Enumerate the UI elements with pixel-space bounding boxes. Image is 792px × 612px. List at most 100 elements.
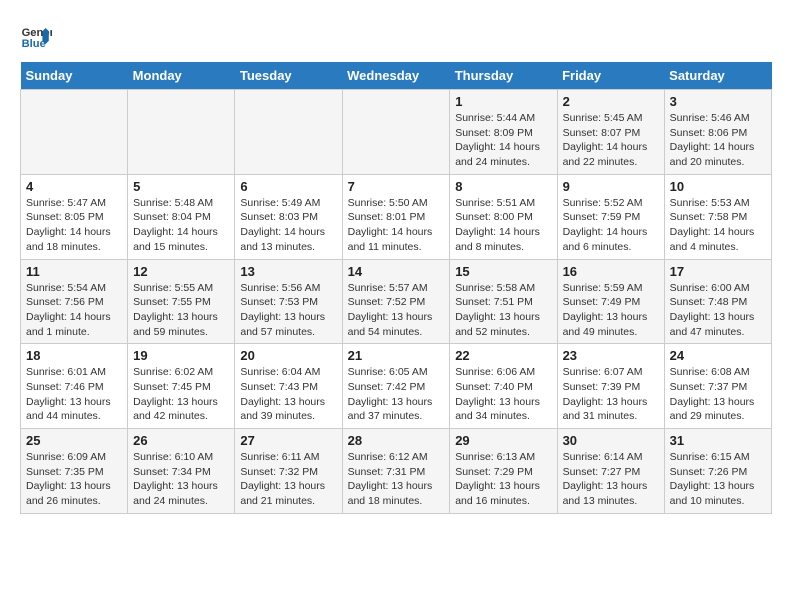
day-number: 20	[240, 348, 336, 363]
day-number: 31	[670, 433, 766, 448]
page-header: General Blue	[20, 20, 772, 52]
day-info: Sunrise: 6:02 AM Sunset: 7:45 PM Dayligh…	[133, 365, 229, 424]
day-number: 3	[670, 94, 766, 109]
day-number: 13	[240, 264, 336, 279]
day-header-wednesday: Wednesday	[342, 62, 450, 90]
day-number: 29	[455, 433, 551, 448]
day-info: Sunrise: 5:53 AM Sunset: 7:58 PM Dayligh…	[670, 196, 766, 255]
day-header-sunday: Sunday	[21, 62, 128, 90]
day-info: Sunrise: 6:12 AM Sunset: 7:31 PM Dayligh…	[348, 450, 445, 509]
day-info: Sunrise: 5:52 AM Sunset: 7:59 PM Dayligh…	[563, 196, 659, 255]
calendar-cell: 10 Sunrise: 5:53 AM Sunset: 7:58 PM Dayli…	[664, 174, 771, 259]
day-info: Sunrise: 6:15 AM Sunset: 7:26 PM Dayligh…	[670, 450, 766, 509]
calendar-cell: 30 Sunrise: 6:14 AM Sunset: 7:27 PM Dayli…	[557, 429, 664, 514]
calendar-cell	[21, 90, 128, 175]
calendar-cell: 3 Sunrise: 5:46 AM Sunset: 8:06 PM Daylig…	[664, 90, 771, 175]
day-info: Sunrise: 5:51 AM Sunset: 8:00 PM Dayligh…	[455, 196, 551, 255]
day-number: 25	[26, 433, 122, 448]
calendar-cell: 28 Sunrise: 6:12 AM Sunset: 7:31 PM Dayli…	[342, 429, 450, 514]
day-number: 4	[26, 179, 122, 194]
day-number: 8	[455, 179, 551, 194]
day-number: 1	[455, 94, 551, 109]
day-number: 10	[670, 179, 766, 194]
header-row: SundayMondayTuesdayWednesdayThursdayFrid…	[21, 62, 772, 90]
calendar-cell	[235, 90, 342, 175]
week-row-4: 18Sunrise: 6:01 AM Sunset: 7:46 PM Dayli…	[21, 344, 772, 429]
calendar-cell: 16 Sunrise: 5:59 AM Sunset: 7:49 PM Dayli…	[557, 259, 664, 344]
day-info: Sunrise: 5:57 AM Sunset: 7:52 PM Dayligh…	[348, 281, 445, 340]
calendar-cell: 7 Sunrise: 5:50 AM Sunset: 8:01 PM Daylig…	[342, 174, 450, 259]
day-info: Sunrise: 6:10 AM Sunset: 7:34 PM Dayligh…	[133, 450, 229, 509]
calendar-cell: 6 Sunrise: 5:49 AM Sunset: 8:03 PM Daylig…	[235, 174, 342, 259]
calendar-cell: 12 Sunrise: 5:55 AM Sunset: 7:55 PM Dayli…	[128, 259, 235, 344]
calendar-cell: 9 Sunrise: 5:52 AM Sunset: 7:59 PM Daylig…	[557, 174, 664, 259]
calendar-cell: 5Sunrise: 5:48 AM Sunset: 8:04 PM Daylig…	[128, 174, 235, 259]
calendar-cell: 14 Sunrise: 5:57 AM Sunset: 7:52 PM Dayli…	[342, 259, 450, 344]
day-number: 27	[240, 433, 336, 448]
day-info: Sunrise: 6:01 AM Sunset: 7:46 PM Dayligh…	[26, 365, 122, 424]
day-info: Sunrise: 5:59 AM Sunset: 7:49 PM Dayligh…	[563, 281, 659, 340]
day-number: 12	[133, 264, 229, 279]
day-info: Sunrise: 5:45 AM Sunset: 8:07 PM Dayligh…	[563, 111, 659, 170]
calendar-cell: 25 Sunrise: 6:09 AM Sunset: 7:35 PM Dayli…	[21, 429, 128, 514]
calendar-cell: 20 Sunrise: 6:04 AM Sunset: 7:43 PM Dayli…	[235, 344, 342, 429]
svg-text:Blue: Blue	[22, 38, 46, 50]
logo-icon: General Blue	[20, 20, 52, 52]
week-row-2: 4Sunrise: 5:47 AM Sunset: 8:05 PM Daylig…	[21, 174, 772, 259]
calendar-cell: 26 Sunrise: 6:10 AM Sunset: 7:34 PM Dayli…	[128, 429, 235, 514]
calendar-cell	[128, 90, 235, 175]
day-number: 28	[348, 433, 445, 448]
day-info: Sunrise: 6:05 AM Sunset: 7:42 PM Dayligh…	[348, 365, 445, 424]
day-info: Sunrise: 6:14 AM Sunset: 7:27 PM Dayligh…	[563, 450, 659, 509]
day-number: 23	[563, 348, 659, 363]
day-header-friday: Friday	[557, 62, 664, 90]
day-number: 6	[240, 179, 336, 194]
day-header-monday: Monday	[128, 62, 235, 90]
day-info: Sunrise: 6:04 AM Sunset: 7:43 PM Dayligh…	[240, 365, 336, 424]
day-info: Sunrise: 5:54 AM Sunset: 7:56 PM Dayligh…	[26, 281, 122, 340]
day-info: Sunrise: 5:46 AM Sunset: 8:06 PM Dayligh…	[670, 111, 766, 170]
calendar-cell: 2 Sunrise: 5:45 AM Sunset: 8:07 PM Daylig…	[557, 90, 664, 175]
calendar-cell: 4Sunrise: 5:47 AM Sunset: 8:05 PM Daylig…	[21, 174, 128, 259]
day-number: 26	[133, 433, 229, 448]
day-info: Sunrise: 6:08 AM Sunset: 7:37 PM Dayligh…	[670, 365, 766, 424]
day-info: Sunrise: 5:55 AM Sunset: 7:55 PM Dayligh…	[133, 281, 229, 340]
day-info: Sunrise: 5:44 AM Sunset: 8:09 PM Dayligh…	[455, 111, 551, 170]
calendar-cell: 15 Sunrise: 5:58 AM Sunset: 7:51 PM Dayli…	[450, 259, 557, 344]
calendar-cell: 1 Sunrise: 5:44 AM Sunset: 8:09 PM Daylig…	[450, 90, 557, 175]
day-header-tuesday: Tuesday	[235, 62, 342, 90]
day-info: Sunrise: 5:56 AM Sunset: 7:53 PM Dayligh…	[240, 281, 336, 340]
logo: General Blue	[20, 20, 56, 52]
calendar-cell: 23 Sunrise: 6:07 AM Sunset: 7:39 PM Dayli…	[557, 344, 664, 429]
calendar-cell: 13 Sunrise: 5:56 AM Sunset: 7:53 PM Dayli…	[235, 259, 342, 344]
day-info: Sunrise: 5:49 AM Sunset: 8:03 PM Dayligh…	[240, 196, 336, 255]
day-number: 22	[455, 348, 551, 363]
calendar-table: SundayMondayTuesdayWednesdayThursdayFrid…	[20, 62, 772, 514]
day-header-thursday: Thursday	[450, 62, 557, 90]
day-info: Sunrise: 5:58 AM Sunset: 7:51 PM Dayligh…	[455, 281, 551, 340]
day-number: 30	[563, 433, 659, 448]
day-number: 16	[563, 264, 659, 279]
day-info: Sunrise: 6:07 AM Sunset: 7:39 PM Dayligh…	[563, 365, 659, 424]
day-number: 21	[348, 348, 445, 363]
calendar-cell: 18Sunrise: 6:01 AM Sunset: 7:46 PM Dayli…	[21, 344, 128, 429]
day-number: 5	[133, 179, 229, 194]
day-info: Sunrise: 6:11 AM Sunset: 7:32 PM Dayligh…	[240, 450, 336, 509]
day-number: 9	[563, 179, 659, 194]
day-number: 7	[348, 179, 445, 194]
day-info: Sunrise: 6:09 AM Sunset: 7:35 PM Dayligh…	[26, 450, 122, 509]
calendar-cell: 21 Sunrise: 6:05 AM Sunset: 7:42 PM Dayli…	[342, 344, 450, 429]
day-number: 19	[133, 348, 229, 363]
day-info: Sunrise: 6:00 AM Sunset: 7:48 PM Dayligh…	[670, 281, 766, 340]
day-number: 2	[563, 94, 659, 109]
calendar-cell: 8 Sunrise: 5:51 AM Sunset: 8:00 PM Daylig…	[450, 174, 557, 259]
calendar-cell: 11 Sunrise: 5:54 AM Sunset: 7:56 PM Dayli…	[21, 259, 128, 344]
day-number: 11	[26, 264, 122, 279]
calendar-cell: 27 Sunrise: 6:11 AM Sunset: 7:32 PM Dayli…	[235, 429, 342, 514]
calendar-cell: 31 Sunrise: 6:15 AM Sunset: 7:26 PM Dayli…	[664, 429, 771, 514]
day-number: 14	[348, 264, 445, 279]
calendar-cell: 19 Sunrise: 6:02 AM Sunset: 7:45 PM Dayli…	[128, 344, 235, 429]
day-info: Sunrise: 5:50 AM Sunset: 8:01 PM Dayligh…	[348, 196, 445, 255]
day-info: Sunrise: 6:06 AM Sunset: 7:40 PM Dayligh…	[455, 365, 551, 424]
day-number: 15	[455, 264, 551, 279]
